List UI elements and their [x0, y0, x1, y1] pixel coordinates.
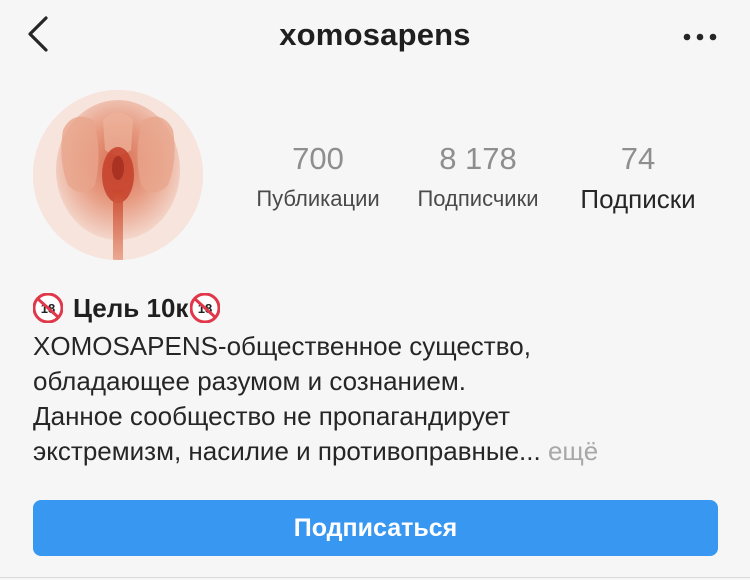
header-bar: xomosapens	[0, 0, 750, 76]
following-label: Подписки	[580, 184, 696, 214]
bio-description: XOMOSAPENS-общественное существо, облада…	[33, 329, 723, 469]
following-count: 74	[620, 141, 656, 176]
no-under-18-icon: 18	[33, 293, 63, 323]
bottom-divider	[0, 577, 750, 578]
posts-label: Публикации	[256, 186, 380, 211]
more-options-button[interactable]	[678, 22, 722, 52]
bio-name: Цель 10к	[73, 293, 189, 323]
bio-line: обладающее разумом и сознанием.	[33, 366, 466, 396]
bio-line-last: экстремизм, насилие и противоправные... …	[33, 434, 723, 469]
bio-line: XOMOSAPENS-общественное существо,	[33, 331, 531, 361]
bio-more-link[interactable]: ещё	[548, 436, 598, 466]
ellipsis-horizontal-icon	[683, 33, 717, 41]
profile-bio: 18 Цель 10к 18 XOMOSAPENS-общественное с…	[33, 290, 723, 469]
bio-name-line: 18 Цель 10к 18	[33, 290, 723, 326]
bio-line-text: экстремизм, насилие и противоправные...	[33, 436, 541, 466]
bio-line: Данное сообщество не пропагандирует	[33, 401, 511, 431]
profile-username: xomosapens	[279, 17, 471, 52]
following-count-stat[interactable]: 74 Подписки	[566, 140, 710, 216]
profile-avatar[interactable]	[33, 90, 203, 260]
follow-button[interactable]: Подписаться	[33, 500, 718, 556]
avatar-image	[33, 90, 203, 260]
followers-count: 8 178	[439, 141, 517, 176]
no-under-18-icon: 18	[190, 293, 221, 323]
followers-label: Подписчики	[417, 186, 539, 211]
followers-count-stat[interactable]: 8 178 Подписчики	[404, 140, 552, 216]
posts-count: 700	[292, 141, 344, 176]
posts-count-stat[interactable]: 700 Публикации	[244, 140, 392, 216]
